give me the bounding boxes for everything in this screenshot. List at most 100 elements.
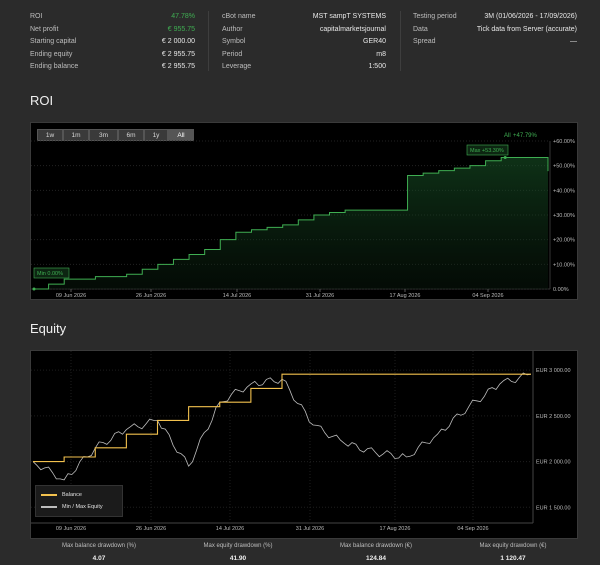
stat-value: —	[570, 38, 577, 45]
stat-label: Data	[413, 25, 428, 33]
drawdown-summary: Max balance drawdown (%) 4.07 Max equity…	[0, 542, 600, 564]
stats-row: Author capitalmarketsjournal	[222, 24, 386, 37]
equity-y-tick-label: EUR 1 500.00	[536, 505, 571, 511]
equity-swatch-icon	[41, 506, 57, 508]
stats-row: Data Tick data from Server (accurate)	[413, 24, 577, 37]
roi-max-label: Max +53.30%	[470, 148, 504, 154]
stat-label: Starting capital	[30, 38, 77, 45]
stats-column-performance: ROI 47.78% Net profit € 955.75 Starting ca…	[30, 11, 195, 74]
summary-item: Max equity drawdown (%) 41.90	[173, 542, 303, 562]
stats-row: Symbol GER40	[222, 36, 386, 49]
equity-y-tick-label: EUR 2 500.00	[536, 414, 571, 420]
roi-y-tick-label: +60.00%	[553, 139, 575, 145]
stat-label: Net profit	[30, 25, 59, 33]
stat-value: GER40	[363, 38, 386, 45]
stats-row: cBot name MST sampT SYSTEMS	[222, 11, 386, 24]
roi-y-tick-label: +50.00%	[553, 164, 575, 170]
roi-chart-panel: 1w 1m 3m 6m 1y All +60.00% +50.00% +40.00%…	[30, 122, 578, 300]
roi-section-title: ROI	[30, 93, 54, 108]
roi-y-tick-label: +40.00%	[553, 188, 575, 194]
legend-item-equity[interactable]: Min / Max Equity	[41, 504, 103, 510]
stats-row: ROI 47.78%	[30, 11, 195, 24]
stat-value: 3M (01/06/2026 - 17/09/2026)	[484, 13, 577, 20]
summary-item: Max balance drawdown (€) 124.84	[311, 542, 441, 562]
stats-row: Period m8	[222, 49, 386, 62]
stat-value: capitalmarketsjournal	[319, 25, 386, 33]
stat-label: Author	[222, 25, 243, 33]
roi-y-tick-label: 0.00%	[553, 287, 569, 293]
stat-label: Ending balance	[30, 63, 79, 70]
roi-area-fill	[33, 157, 548, 289]
stats-row: Spread —	[413, 36, 577, 49]
summary-label: Max balance drawdown (€)	[339, 543, 413, 549]
stat-label: Leverage	[222, 63, 252, 70]
stat-value: € 2 955.75	[161, 50, 195, 58]
stats-row: Leverage 1:500	[222, 61, 386, 74]
legend-label: Min / Max Equity	[62, 504, 103, 510]
equity-x-tick-label: 09 Jun 2026	[56, 526, 86, 532]
summary-value: 1 120.47	[500, 555, 526, 562]
summary-label: Max balance drawdown (%)	[61, 543, 137, 549]
roi-current-value-text: +47.79%	[513, 133, 538, 139]
roi-x-tick-label: 31 Jul 2026	[306, 293, 334, 299]
stat-label: Spread	[413, 38, 436, 45]
equity-x-tick-label: 17 Aug 2026	[380, 526, 411, 532]
summary-value: 4.07	[92, 555, 106, 562]
stat-value: Tick data from Server (accurate)	[476, 25, 577, 33]
stats-row: Net profit € 955.75	[30, 24, 195, 37]
summary-item: Max equity drawdown (€) 1 120.47	[448, 542, 578, 562]
roi-min-dot	[32, 287, 36, 291]
roi-min-label: Min 0.00%	[37, 271, 63, 277]
equity-chart-panel: EUR 3 000.00 EUR 2 500.00 EUR 2 000.00 EUR …	[30, 350, 578, 539]
legend-label: Balance	[62, 492, 82, 498]
divider	[400, 11, 401, 71]
roi-chart: +60.00% +50.00% +40.00% +30.00% +20.00% +10.0…	[31, 133, 575, 299]
roi-x-tick-label: 09 Jun 2026	[56, 293, 86, 299]
balance-line	[33, 373, 531, 463]
equity-x-tick-label: 31 Jul 2026	[296, 526, 324, 532]
equity-section-title: Equity	[30, 321, 67, 336]
stat-label: Symbol	[222, 38, 246, 45]
summary-value: 124.84	[366, 555, 386, 562]
roi-y-tick-label: +10.00%	[553, 262, 575, 268]
roi-x-tick-label: 14 Jul 2026	[223, 293, 251, 299]
stat-label: ROI	[30, 13, 43, 20]
legend-item-balance[interactable]: Balance	[41, 492, 82, 498]
roi-max-dot	[503, 156, 507, 160]
roi-max-marker: Max +53.30%	[466, 144, 509, 160]
equity-x-tick-label: 04 Sep 2026	[457, 526, 488, 532]
summary-value: 41.90	[229, 555, 247, 562]
stat-value: 47.78%	[171, 13, 195, 20]
equity-y-tick-label: EUR 2 000.00	[536, 460, 571, 466]
stat-value: 1:500	[368, 63, 386, 70]
equity-x-tick-label: 14 Jul 2026	[216, 526, 244, 532]
stats-row: Starting capital € 2 000.00	[30, 36, 195, 49]
stat-label: Ending equity	[30, 50, 73, 58]
stat-label: Period	[222, 50, 243, 58]
divider	[208, 11, 209, 71]
roi-current-label: All	[504, 133, 511, 139]
roi-y-tick-label: +20.00%	[553, 238, 575, 244]
equity-min-max-line	[32, 372, 532, 481]
stats-header: ROI 47.78% Net profit € 955.75 Starting ca…	[0, 0, 600, 80]
stats-row: Ending equity € 2 955.75	[30, 49, 195, 62]
stat-label: cBot name	[222, 13, 256, 20]
roi-x-tick-label: 26 Jun 2026	[136, 293, 166, 299]
summary-label: Max equity drawdown (€)	[479, 543, 547, 549]
balance-swatch-icon	[41, 494, 57, 496]
stat-value: € 2 000.00	[161, 38, 195, 45]
roi-x-tick-label: 04 Sep 2026	[472, 293, 503, 299]
stat-value: MST sampT SYSTEMS	[312, 13, 386, 20]
stat-value: m8	[376, 50, 386, 58]
stat-value: € 2 955.75	[161, 63, 195, 70]
stats-row: Ending balance € 2 955.75	[30, 61, 195, 74]
stat-label: Testing period	[413, 13, 457, 20]
roi-y-tick-label: +30.00%	[553, 213, 575, 219]
equity-y-tick-label: EUR 3 000.00	[536, 368, 571, 374]
roi-x-tick-label: 17 Aug 2026	[390, 293, 421, 299]
equity-legend: Balance Min / Max Equity	[35, 485, 123, 517]
stat-value: € 955.75	[167, 25, 195, 33]
stats-column-testing: Testing period 3M (01/06/2026 - 17/09/202…	[413, 11, 577, 49]
summary-label: Max equity drawdown (%)	[203, 543, 273, 549]
equity-x-tick-label: 26 Jun 2026	[136, 526, 166, 532]
